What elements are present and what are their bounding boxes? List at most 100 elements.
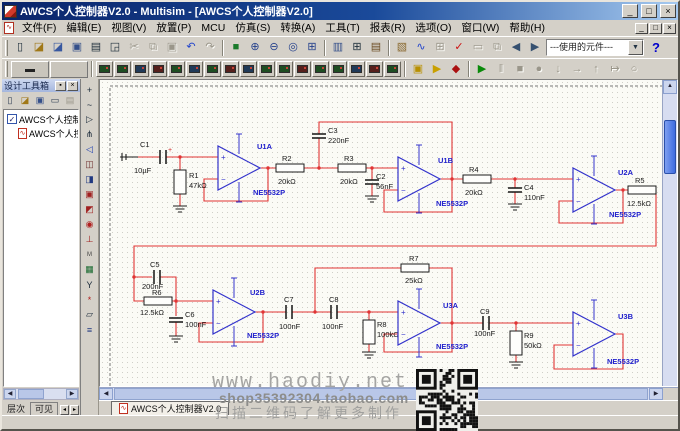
menu-item[interactable]: 文件(F) xyxy=(17,20,61,36)
component-C7[interactable]: C7 100nF xyxy=(279,295,301,331)
print-preview-button[interactable]: ◲ xyxy=(106,39,124,57)
zoom-out-button[interactable]: ⊖ xyxy=(265,39,283,57)
word-generator-button[interactable] xyxy=(222,61,239,77)
oscilloscope-button[interactable] xyxy=(150,61,167,77)
place-misc-button[interactable]: M xyxy=(82,247,98,262)
menu-item[interactable]: 工具(T) xyxy=(320,20,364,36)
capture-area-button[interactable]: ▭ xyxy=(469,39,487,57)
toolbox-save-button[interactable]: ▣ xyxy=(33,94,47,108)
place-cmos-button[interactable]: ◨ xyxy=(82,172,98,187)
toolbar-drag-handle[interactable] xyxy=(5,61,8,77)
scroll-left-icon[interactable]: ◀ xyxy=(99,388,113,400)
bode-plotter-button[interactable] xyxy=(186,61,203,77)
back-annotate-button[interactable]: ◀ xyxy=(507,39,525,57)
breadboard-view-button[interactable]: ▧ xyxy=(393,39,411,57)
component-R9[interactable]: R9 50kΩ xyxy=(510,331,542,355)
component-R5[interactable]: R5 12.5kΩ xyxy=(627,176,656,208)
spectrum-analyzer-button[interactable] xyxy=(312,61,329,77)
scroll-left-icon[interactable]: ◀ xyxy=(4,389,16,399)
tabs-scroll-left-icon[interactable]: ◂ xyxy=(60,405,69,415)
step-over-button[interactable]: → xyxy=(568,60,586,78)
record-button[interactable]: ● xyxy=(530,60,548,78)
place-diode-button[interactable]: ▷ xyxy=(82,112,98,127)
database-manager-button[interactable]: ▤ xyxy=(367,39,385,57)
place-misc-digital-button[interactable]: ▣ xyxy=(82,187,98,202)
project-bar-button-a[interactable]: ▬ xyxy=(11,61,49,78)
input-terminal[interactable] xyxy=(120,153,138,161)
place-transistor-button[interactable]: ⋔ xyxy=(82,127,98,142)
menu-item[interactable]: 帮助(H) xyxy=(504,20,550,36)
network-analyz er-button[interactable] xyxy=(330,61,347,77)
zoom-in-button[interactable]: ⊕ xyxy=(246,39,264,57)
open-sample-button[interactable]: ◪ xyxy=(49,39,67,57)
multimeter-button[interactable] xyxy=(96,61,113,77)
scroll-thumb[interactable] xyxy=(18,389,44,399)
restore-button[interactable]: □ xyxy=(641,4,657,18)
menu-item[interactable]: 选项(O) xyxy=(410,20,456,36)
close-button[interactable]: × xyxy=(660,4,676,18)
sheet-tab[interactable]: ∿ AWCS个人控制器V2.0 xyxy=(111,401,229,415)
minimize-button[interactable]: _ xyxy=(622,4,638,18)
scroll-up-icon[interactable]: ▲ xyxy=(663,80,677,94)
toolbox-help-button[interactable]: ▤ xyxy=(63,94,77,108)
edit-symbol-button[interactable]: ⧉ xyxy=(488,39,506,57)
menu-item[interactable]: 视图(V) xyxy=(106,20,151,36)
place-indicator-button[interactable]: ◉ xyxy=(82,217,98,232)
step-into-button[interactable]: ↓ xyxy=(549,60,567,78)
scroll-right-icon[interactable]: ▶ xyxy=(66,389,78,399)
logic-converter-button[interactable] xyxy=(258,61,275,77)
run-to-cursor-button[interactable]: ↦ xyxy=(606,60,624,78)
wattmeter-button[interactable] xyxy=(132,61,149,77)
scroll-thumb[interactable] xyxy=(664,120,676,174)
toolbox-horizontal-scrollbar[interactable]: ◀ ▶ xyxy=(3,388,79,400)
place-power-button[interactable]: ⊥ xyxy=(82,232,98,247)
tree-item-root[interactable]: ✓ AWCS个人控制器 xyxy=(4,112,78,126)
component-C6[interactable]: C6 100nF xyxy=(169,310,207,329)
place-analog-button[interactable]: ◁ xyxy=(82,142,98,157)
mdi-minimize-button[interactable]: _ xyxy=(635,23,648,34)
place-basic-button[interactable]: ~ xyxy=(82,97,98,112)
breakpoint-button[interactable]: ○ xyxy=(625,60,643,78)
zoom-page-button[interactable]: ◎ xyxy=(284,39,302,57)
menu-item[interactable]: 报表(R) xyxy=(365,20,411,36)
print-button[interactable]: ▤ xyxy=(87,39,105,57)
place-electromechanical-button[interactable]: * xyxy=(82,292,98,307)
component-R1[interactable]: R1 47kΩ xyxy=(174,170,207,194)
grapher-button[interactable]: ∿ xyxy=(412,39,430,57)
spreadsheet-view-toggle[interactable]: ⊞ xyxy=(348,39,366,57)
menu-item[interactable]: 转换(A) xyxy=(275,20,320,36)
agilent-multimeter-button[interactable] xyxy=(366,61,383,77)
toolbar-drag-handle[interactable] xyxy=(5,40,8,56)
redo-button[interactable]: ↷ xyxy=(201,39,219,57)
four-channel-oscilloscope-button[interactable] xyxy=(168,61,185,77)
schematic-canvas[interactable]: + C1 10µF C3 220nF C2 56nF xyxy=(100,80,668,387)
logic-analyzer-button[interactable] xyxy=(240,61,257,77)
component-R7[interactable]: R7 25kΩ xyxy=(401,254,429,285)
panel-minimize-button[interactable]: ▪ xyxy=(55,81,66,91)
design-toolbox-titlebar[interactable]: 设计工具箱 ▪ × xyxy=(2,79,80,92)
frequency-counter-button[interactable] xyxy=(204,61,221,77)
copy-button[interactable]: ⧉ xyxy=(144,39,162,57)
component-C4[interactable]: C4 110nF xyxy=(508,183,545,202)
place-advanced-peripherals-button[interactable]: ▦ xyxy=(82,262,98,277)
new-file-button[interactable]: ▯ xyxy=(11,39,29,57)
forward-annotate-button[interactable]: ▶ xyxy=(526,39,544,57)
distortion-analyzer-button[interactable] xyxy=(294,61,311,77)
menu-item[interactable]: 编辑(E) xyxy=(61,20,106,36)
function-generator-button[interactable] xyxy=(114,61,131,77)
agilent-oscilloscope-button[interactable] xyxy=(384,61,401,77)
menu-item[interactable]: 仿真(S) xyxy=(230,20,275,36)
component-C2[interactable]: C2 56nF xyxy=(365,172,394,191)
simulate-run-button[interactable]: ▶ xyxy=(473,60,491,78)
component-C5[interactable]: C5 200nF xyxy=(142,260,164,291)
tab-visibility[interactable]: 可见 xyxy=(30,402,58,415)
component-R6[interactable]: R6 12.5kΩ xyxy=(140,288,172,317)
undo-button[interactable]: ↶ xyxy=(182,39,200,57)
place-source-button[interactable]: + xyxy=(82,82,98,97)
place-rf-button[interactable]: Y xyxy=(82,277,98,292)
full-screen-button[interactable]: ■ xyxy=(227,39,245,57)
menu-item[interactable]: 窗口(W) xyxy=(457,20,505,36)
iv-analyzer-button[interactable] xyxy=(276,61,293,77)
open-file-button[interactable]: ◪ xyxy=(30,39,48,57)
tab-hierarchy[interactable]: 层次 xyxy=(3,403,29,415)
